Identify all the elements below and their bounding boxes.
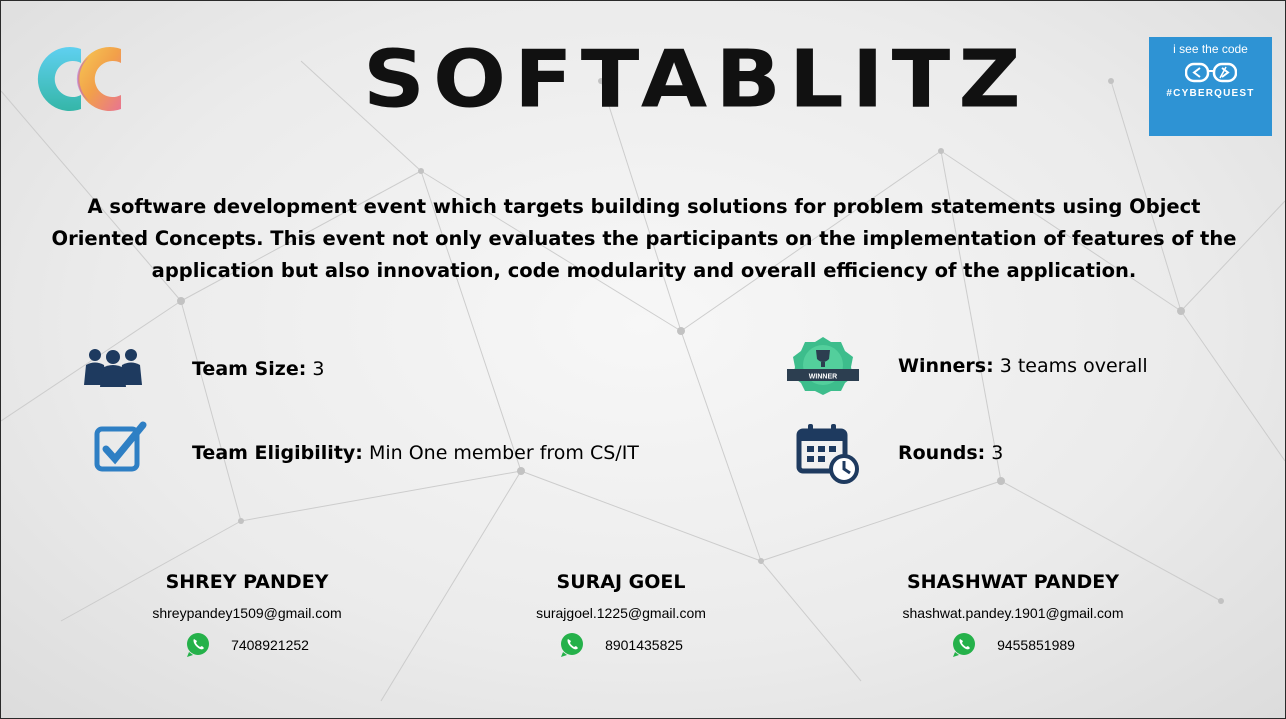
rounds-value: 3 <box>991 442 1004 464</box>
contact-phone[interactable]: 9455851989 <box>997 637 1075 653</box>
code-brackets-icon <box>1184 62 1237 83</box>
contact-name: SHREY PANDEY <box>165 571 329 593</box>
cyberquest-badge: i see the code #CYBERQUEST <box>1149 37 1272 136</box>
winner-badge-icon: WINNER <box>787 337 859 395</box>
contact-email[interactable]: surajgoel.1225@gmail.com <box>471 605 771 621</box>
checkbox-icon <box>94 421 147 472</box>
contact-phone-row: 8901435825 <box>471 632 771 658</box>
team-size-row: Team Size: 3 <box>192 358 324 380</box>
eligibility-label: Team Eligibility: <box>192 442 363 464</box>
contact-card: SURAJ GOEL surajgoel.1225@gmail.com 8901… <box>471 571 771 658</box>
whatsapp-icon <box>561 633 584 657</box>
contact-email[interactable]: shashwat.pandey.1901@gmail.com <box>863 605 1163 621</box>
contact-card: SHASHWAT PANDEY shashwat.pandey.1901@gma… <box>863 571 1163 658</box>
event-description: A software development event which targe… <box>51 195 1237 282</box>
contact-card: SHREY PANDEY shreypandey1509@gmail.com 7… <box>97 571 397 658</box>
winners-value: 3 teams overall <box>999 355 1148 377</box>
contact-email[interactable]: shreypandey1509@gmail.com <box>97 605 397 621</box>
team-size-label: Team Size: <box>192 358 307 380</box>
cc-logo-icon <box>37 47 121 111</box>
winners-label: Winners: <box>898 355 994 377</box>
contact-phone-row: 7408921252 <box>97 632 397 658</box>
winners-row: Winners: 3 teams overall <box>898 355 1148 377</box>
slide: SOFTABLITZ i see the code #CYBERQUEST A … <box>0 0 1286 719</box>
contact-phone-row: 9455851989 <box>863 632 1163 658</box>
contact-phone[interactable]: 8901435825 <box>605 637 683 653</box>
rounds-row: Rounds: 3 <box>898 442 1003 464</box>
rounds-label: Rounds: <box>898 442 986 464</box>
winner-badge-text: WINNER <box>809 374 837 381</box>
whatsapp-icon <box>187 633 210 657</box>
eligibility-row: Team Eligibility: Min One member from CS… <box>192 442 639 464</box>
contact-phone[interactable]: 7408921252 <box>231 637 309 653</box>
whatsapp-icon <box>953 633 976 657</box>
eligibility-value: Min One member from CS/IT <box>368 442 639 464</box>
calendar-clock-icon <box>796 424 859 484</box>
badge-tagline: i see the code <box>1173 42 1248 56</box>
team-size-value: 3 <box>312 358 325 380</box>
badge-hashtag: #CYBERQUEST <box>1166 88 1255 99</box>
contact-name: SHASHWAT PANDEY <box>906 571 1120 593</box>
team-icon <box>84 349 142 387</box>
contact-name: SURAJ GOEL <box>556 571 686 593</box>
event-title: SOFTABLITZ <box>363 34 1029 126</box>
